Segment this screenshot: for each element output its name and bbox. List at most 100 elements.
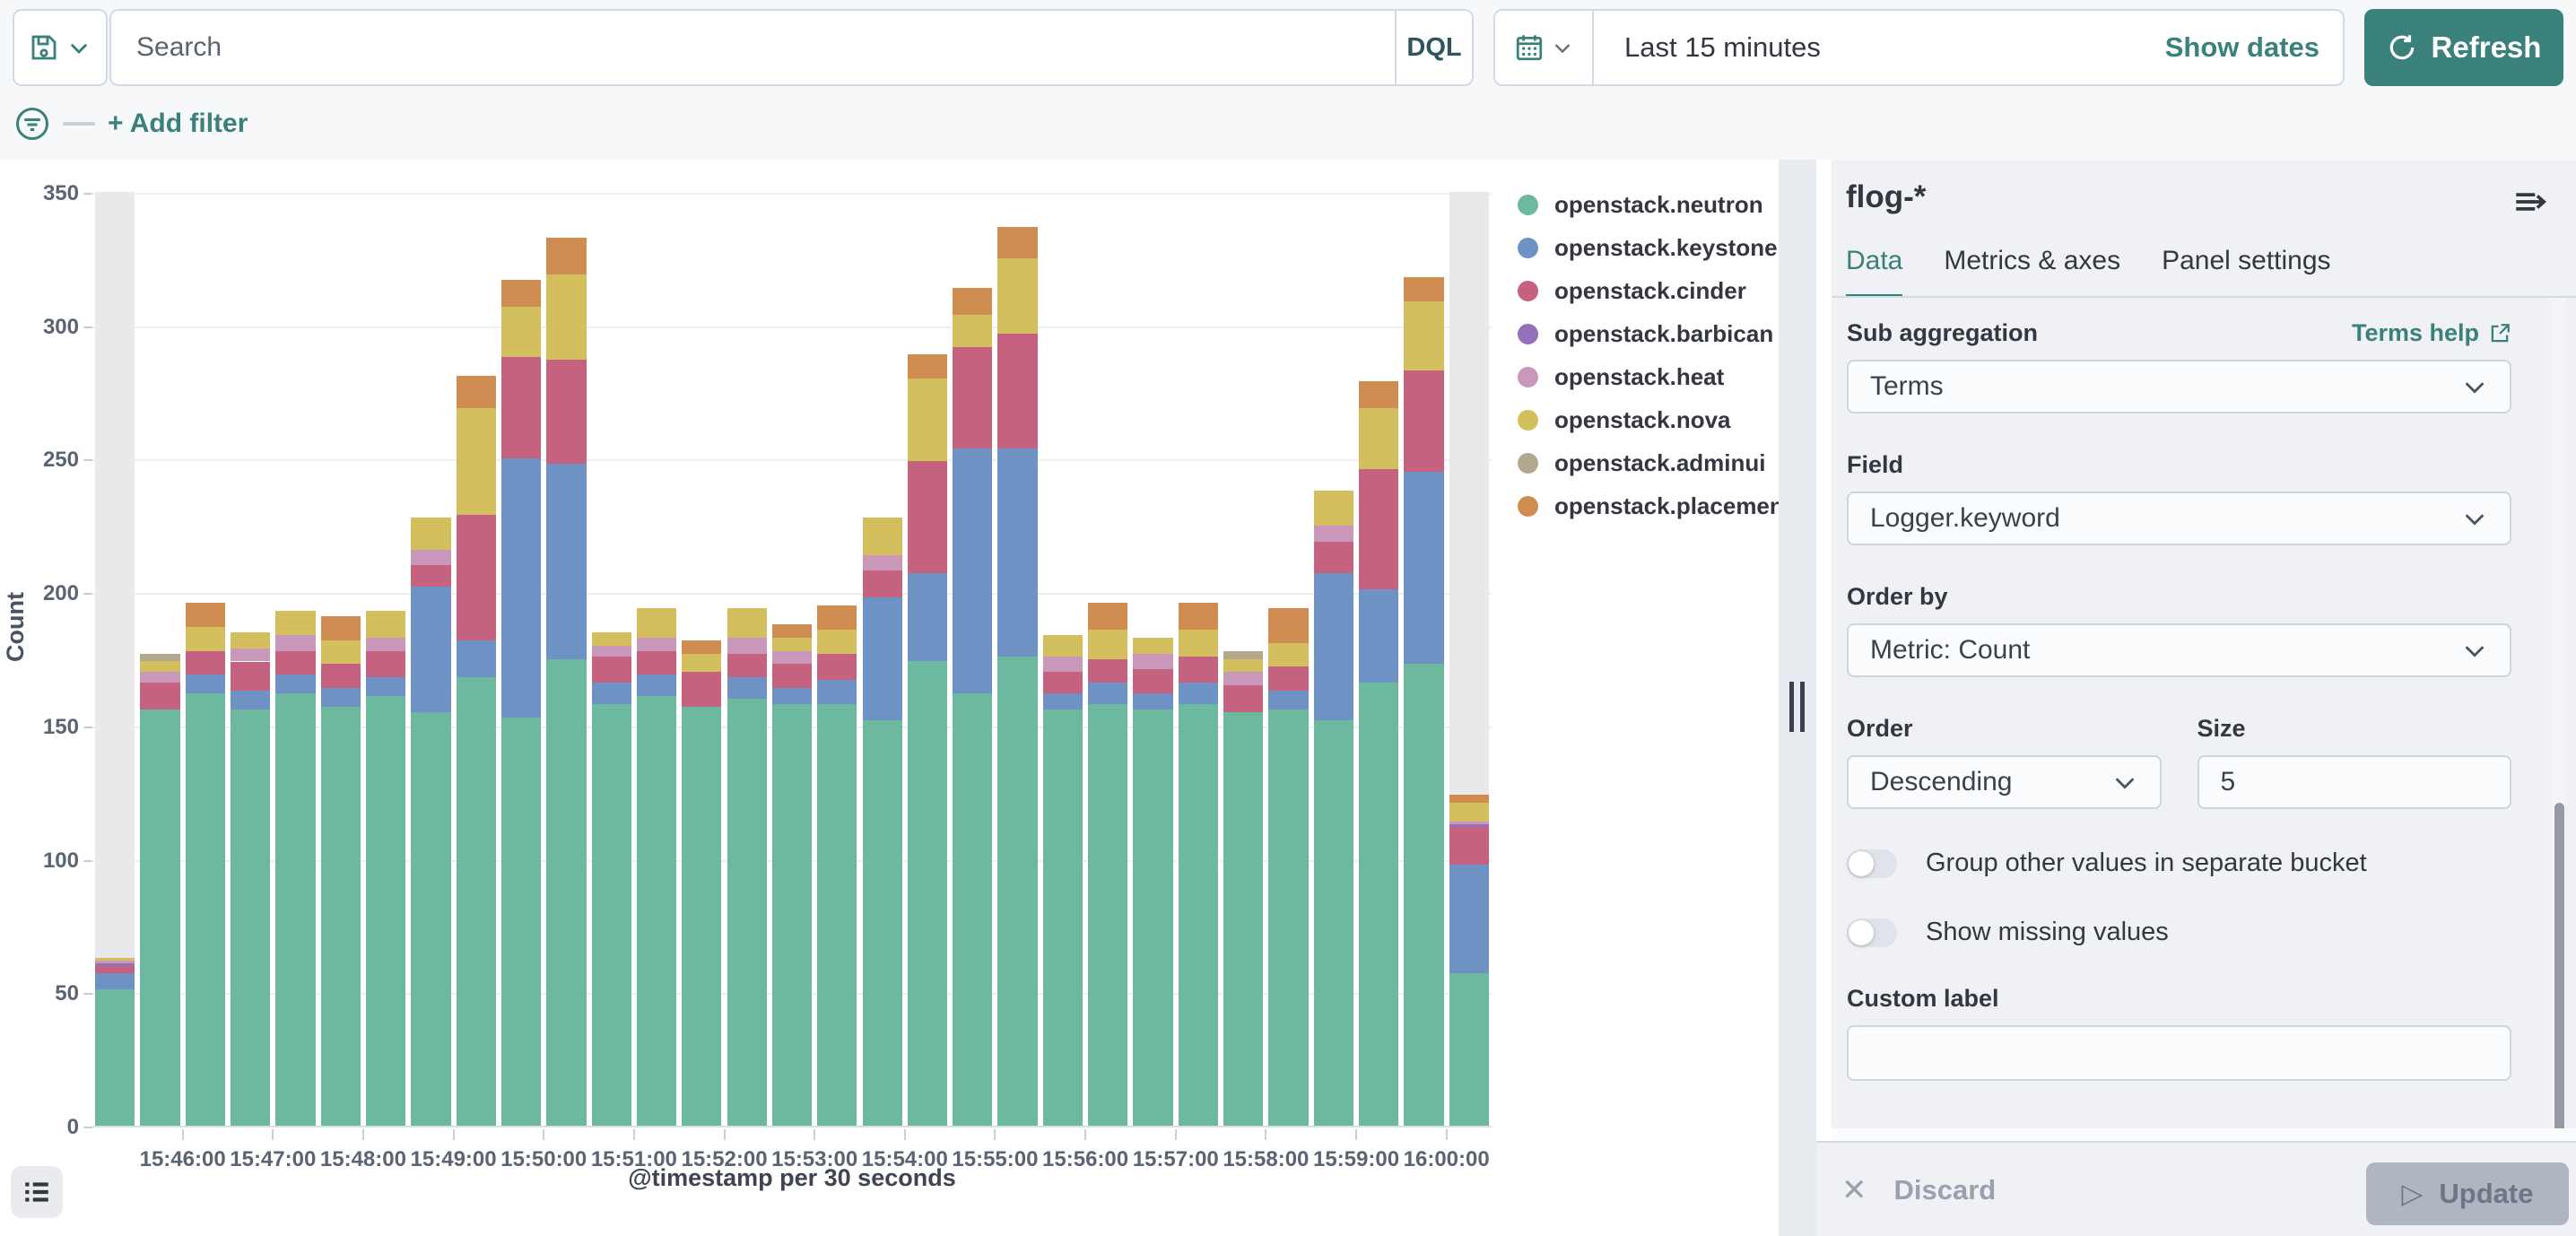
bar-segment[interactable] (772, 688, 812, 704)
bar-segment[interactable] (321, 664, 361, 688)
bar-segment[interactable] (682, 654, 721, 673)
bar-segment[interactable] (772, 651, 812, 665)
legend-item[interactable]: openstack.adminui (1518, 441, 1791, 484)
bar-segment[interactable] (1133, 654, 1172, 670)
bar-segment[interactable] (637, 638, 676, 651)
bar-segment[interactable] (908, 379, 947, 461)
bar-segment[interactable] (1043, 709, 1083, 1126)
bar-segment[interactable] (997, 227, 1037, 259)
bar-segment[interactable] (908, 461, 947, 573)
bar-segment[interactable] (321, 616, 361, 640)
bar-segment[interactable] (275, 635, 315, 651)
bar-segment[interactable] (727, 699, 767, 1126)
bar-segment[interactable] (1404, 664, 1443, 1126)
bar-segment[interactable] (457, 376, 496, 408)
bar-segment[interactable] (772, 638, 812, 651)
bar-segment[interactable] (592, 646, 631, 657)
discard-button[interactable]: ✕ Discard (1841, 1172, 1996, 1208)
bar-segment[interactable] (772, 664, 812, 688)
bar-segment[interactable] (1179, 603, 1218, 630)
bar-segment[interactable] (727, 677, 767, 699)
bar-segment[interactable] (1449, 803, 1489, 822)
bar-segment[interactable] (366, 638, 405, 651)
bar-segment[interactable] (275, 675, 315, 693)
bar-segment[interactable] (682, 640, 721, 654)
add-filter-link[interactable]: + Add filter (108, 109, 248, 139)
bar-segment[interactable] (817, 704, 857, 1126)
sub-aggregation-select[interactable]: Terms (1847, 360, 2511, 413)
bar-segment[interactable] (682, 707, 721, 1126)
bar-segment[interactable] (546, 464, 586, 658)
bar-segment[interactable] (863, 555, 902, 571)
bar-segment[interactable] (366, 677, 405, 696)
bar-segment[interactable] (1133, 669, 1172, 693)
search-input[interactable] (111, 11, 1395, 84)
bar-segment[interactable] (1449, 822, 1489, 824)
custom-label-input[interactable] (1847, 1025, 2511, 1081)
bar-segment[interactable] (95, 973, 135, 989)
bar-segment[interactable] (1043, 672, 1083, 693)
bar-segment[interactable] (1223, 685, 1263, 712)
bar-segment[interactable] (1088, 704, 1127, 1126)
bar-segment[interactable] (95, 958, 135, 961)
bar-segment[interactable] (1268, 691, 1308, 709)
bar-segment[interactable] (1133, 709, 1172, 1126)
bar-segment[interactable] (457, 677, 496, 1126)
bar-segment[interactable] (457, 515, 496, 640)
bar-segment[interactable] (953, 693, 992, 1126)
bar-segment[interactable] (863, 518, 902, 555)
size-input[interactable]: 5 (2197, 755, 2512, 809)
bar-segment[interactable] (186, 651, 225, 675)
bar-segment[interactable] (186, 675, 225, 693)
update-button[interactable]: ▷ Update (2366, 1162, 2569, 1225)
bar-segment[interactable] (186, 627, 225, 651)
legend-item[interactable]: openstack.placement (1518, 484, 1791, 527)
bar-segment[interactable] (1179, 657, 1218, 683)
bar-segment[interactable] (186, 693, 225, 1126)
bar-segment[interactable] (411, 550, 450, 566)
bar-segment[interactable] (1314, 720, 1353, 1126)
bar-segment[interactable] (817, 605, 857, 630)
bar-segment[interactable] (1359, 408, 1398, 469)
bar-segment[interactable] (1314, 491, 1353, 526)
legend-item[interactable]: openstack.cinder (1518, 269, 1791, 312)
bar-segment[interactable] (997, 334, 1037, 448)
bar-segment[interactable] (275, 693, 315, 1126)
bar-segment[interactable] (592, 657, 631, 683)
dql-language-button[interactable]: DQL (1395, 11, 1472, 84)
bar-segment[interactable] (366, 611, 405, 638)
bar-segment[interactable] (366, 696, 405, 1126)
bar-segment[interactable] (1179, 683, 1218, 704)
bar-segment[interactable] (1223, 712, 1263, 1126)
panel-resizer-handle[interactable] (1779, 160, 1816, 1236)
bar-segment[interactable] (1179, 630, 1218, 657)
bar-segment[interactable] (140, 661, 179, 672)
field-select[interactable]: Logger.keyword (1847, 492, 2511, 545)
editor-scrollbar-thumb[interactable] (2554, 803, 2564, 1166)
bar-segment[interactable] (411, 712, 450, 1126)
bar-segment[interactable] (140, 709, 179, 1126)
bar-segment[interactable] (1179, 704, 1218, 1126)
bar-segment[interactable] (1268, 666, 1308, 691)
bar-segment[interactable] (1449, 824, 1489, 827)
bar-segment[interactable] (231, 632, 270, 648)
bar-segment[interactable] (727, 608, 767, 638)
bar-segment[interactable] (140, 672, 179, 683)
filter-icon[interactable] (14, 106, 50, 142)
bar-segment[interactable] (953, 448, 992, 694)
bar-segment[interactable] (457, 640, 496, 678)
bar-segment[interactable] (321, 707, 361, 1126)
bar-segment[interactable] (953, 347, 992, 448)
bar-segment[interactable] (1359, 683, 1398, 1126)
bar-segment[interactable] (772, 624, 812, 638)
bar-segment[interactable] (546, 360, 586, 464)
terms-help-link[interactable]: Terms help (2352, 319, 2511, 347)
bar-segment[interactable] (1223, 651, 1263, 659)
bar-segment[interactable] (772, 704, 812, 1126)
bar-segment[interactable] (546, 238, 586, 275)
show-missing-values-toggle[interactable] (1847, 918, 1897, 947)
bar-segment[interactable] (592, 704, 631, 1126)
bar-segment[interactable] (1223, 672, 1263, 685)
bar-segment[interactable] (1449, 827, 1489, 865)
bar-segment[interactable] (997, 448, 1037, 657)
